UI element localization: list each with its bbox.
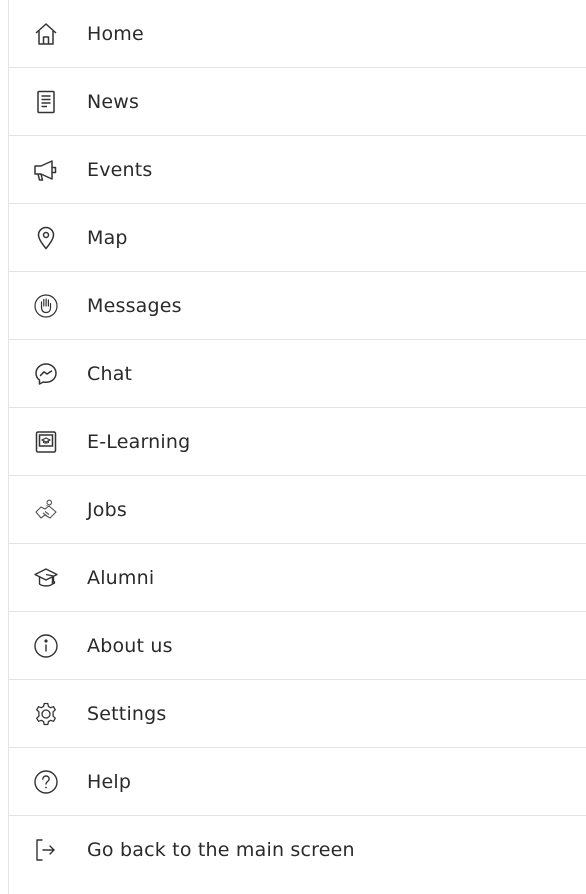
map-pin-icon: [33, 225, 59, 251]
hand-icon: [33, 293, 59, 319]
info-icon: [33, 633, 59, 659]
side-menu: Home News Events Map Messages Chat E-Lea…: [8, 0, 586, 894]
graduation-cap-icon: [33, 565, 59, 591]
messenger-icon: [33, 361, 59, 387]
menu-item-about-us[interactable]: About us: [9, 612, 586, 680]
menu-item-map[interactable]: Map: [9, 204, 586, 272]
menu-item-label: Map: [87, 226, 128, 249]
logout-icon: [33, 837, 59, 863]
menu-item-label: Go back to the main screen: [87, 839, 355, 861]
help-icon: [33, 769, 59, 795]
menu-item-settings[interactable]: Settings: [9, 680, 586, 748]
menu-item-e-learning[interactable]: E-Learning: [9, 408, 586, 476]
home-icon: [33, 21, 59, 47]
menu-item-label: E-Learning: [87, 430, 191, 453]
e-learning-icon: [33, 429, 59, 455]
menu-item-messages[interactable]: Messages: [9, 272, 586, 340]
menu-item-news[interactable]: News: [9, 68, 586, 136]
menu-item-events[interactable]: Events: [9, 136, 586, 204]
menu-item-label: Settings: [87, 702, 167, 725]
menu-item-label: About us: [87, 634, 173, 657]
newspaper-icon: [33, 89, 59, 115]
megaphone-icon: [33, 157, 59, 183]
handshake-icon: [33, 497, 59, 523]
menu-item-label: Messages: [87, 294, 182, 317]
menu-item-label: Help: [87, 770, 132, 793]
menu-item-label: Events: [87, 158, 153, 181]
menu-item-help[interactable]: Help: [9, 748, 586, 816]
menu-item-home[interactable]: Home: [9, 0, 586, 68]
menu-item-go-back[interactable]: Go back to the main screen: [9, 816, 586, 884]
menu-item-label: Jobs: [87, 498, 127, 521]
menu-item-label: Alumni: [87, 566, 155, 589]
menu-item-label: Chat: [87, 362, 133, 385]
menu-item-label: News: [87, 90, 140, 113]
menu-item-alumni[interactable]: Alumni: [9, 544, 586, 612]
menu-item-jobs[interactable]: Jobs: [9, 476, 586, 544]
gear-icon: [33, 701, 59, 727]
menu-item-label: Home: [87, 22, 144, 45]
menu-item-chat[interactable]: Chat: [9, 340, 586, 408]
